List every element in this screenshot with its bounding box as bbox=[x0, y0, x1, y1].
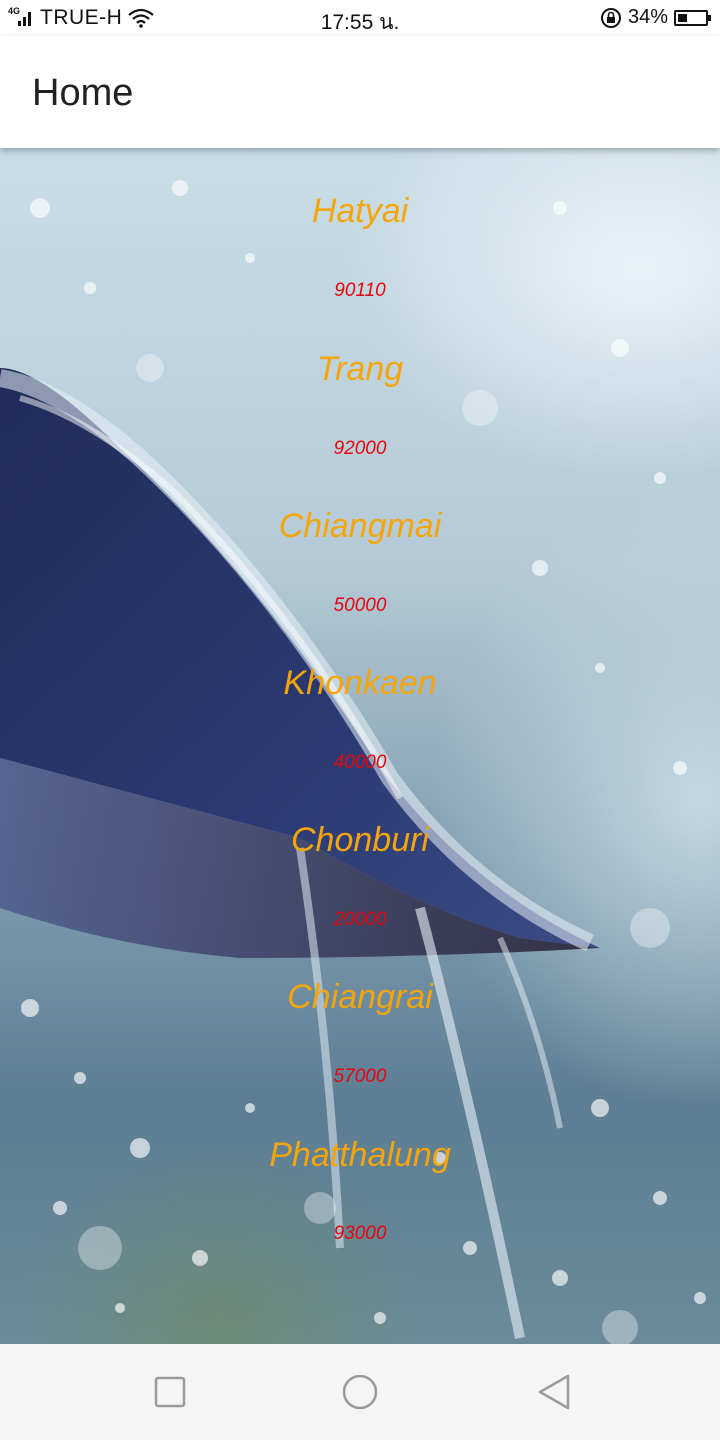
postal-code: 57000 bbox=[333, 1066, 387, 1087]
postal-code: 92000 bbox=[333, 438, 387, 459]
navigation-bar bbox=[0, 1344, 720, 1440]
battery-percent: 34% bbox=[627, 6, 668, 28]
city-name[interactable]: Trang bbox=[0, 350, 720, 389]
page-title: Home bbox=[32, 72, 134, 114]
status-right: 34% bbox=[600, 6, 711, 29]
status-bar: 4G TRUE-H 17:55 น. 34% bbox=[0, 0, 720, 36]
postal-code: 93000 bbox=[333, 1223, 387, 1244]
rotation-lock-icon bbox=[600, 7, 621, 28]
city-name[interactable]: Chonburi bbox=[0, 821, 720, 860]
battery-icon bbox=[674, 9, 711, 26]
city-name[interactable]: Chiangrai bbox=[0, 978, 720, 1017]
app-bar: Home bbox=[0, 36, 720, 148]
postal-code: 50000 bbox=[333, 595, 387, 616]
city-name[interactable]: Hatyai bbox=[0, 192, 720, 231]
recent-apps-icon[interactable] bbox=[152, 1374, 188, 1410]
postal-code: 90110 bbox=[334, 280, 386, 301]
city-list-screen[interactable]: Hatyai 90110 Trang 92000 Chiangmai 50000… bbox=[0, 148, 720, 1344]
city-name[interactable]: Chiangmai bbox=[0, 507, 720, 546]
back-icon[interactable] bbox=[536, 1374, 572, 1410]
city-name[interactable]: Phatthalung bbox=[0, 1136, 720, 1175]
city-name[interactable]: Khonkaen bbox=[0, 664, 720, 703]
postal-code: 20000 bbox=[333, 909, 387, 930]
postal-code: 40000 bbox=[333, 752, 387, 773]
home-icon[interactable] bbox=[342, 1374, 378, 1410]
